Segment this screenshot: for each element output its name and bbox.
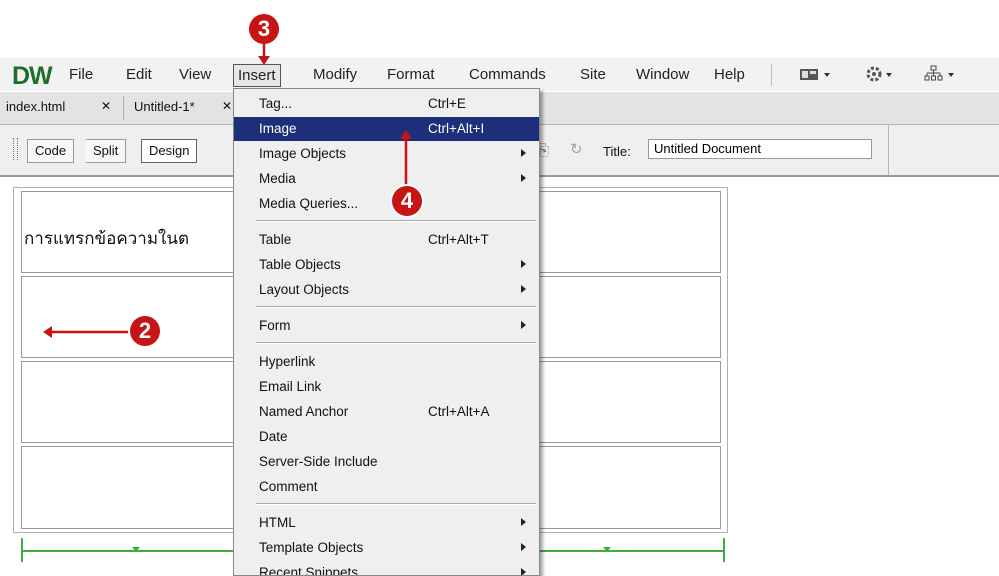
menu-item-layout-objects[interactable]: Layout Objects xyxy=(234,278,539,302)
menu-item-tag[interactable]: Tag... Ctrl+E xyxy=(234,92,539,116)
menu-item-shortcut: Ctrl+Alt+T xyxy=(428,232,489,247)
submenu-arrow-icon xyxy=(521,568,526,575)
menu-item-hyperlink[interactable]: Hyperlink xyxy=(234,350,539,374)
menu-modify[interactable]: Modify xyxy=(313,66,357,83)
menu-item-image-objects[interactable]: Image Objects xyxy=(234,142,539,166)
annotation-arrow-4 xyxy=(400,130,412,191)
menu-item-label: Recent Snippets xyxy=(259,565,359,576)
menu-item-label: Media Queries... xyxy=(259,196,359,211)
menu-item-label: Media xyxy=(259,171,296,186)
tab-untitled-1[interactable]: Untitled-1* xyxy=(134,99,195,114)
menu-item-shortcut: Ctrl+Alt+A xyxy=(428,404,490,419)
menu-item-label: Email Link xyxy=(259,379,322,394)
menu-item-label: Named Anchor xyxy=(259,404,349,419)
submenu-arrow-icon xyxy=(521,149,526,157)
menu-separator xyxy=(771,64,772,86)
cell-text: การแทรกข้อความในต xyxy=(24,229,190,249)
tab-index-html[interactable]: index.html xyxy=(6,99,65,114)
menu-site[interactable]: Site xyxy=(580,66,606,83)
annotation-badge-4: 4 xyxy=(392,186,422,216)
split-view-button[interactable]: Split xyxy=(86,139,127,163)
menu-commands[interactable]: Commands xyxy=(469,66,546,83)
annotation-badge-2: 2 xyxy=(130,316,160,346)
gear-icon[interactable] xyxy=(864,64,904,86)
close-icon[interactable]: ✕ xyxy=(222,99,232,113)
menu-separator xyxy=(256,503,536,505)
menu-item-label: Template Objects xyxy=(259,540,364,555)
toolbar-divider xyxy=(888,125,889,175)
menu-view[interactable]: View xyxy=(179,66,211,83)
menu-item-named-anchor[interactable]: Named Anchor Ctrl+Alt+A xyxy=(234,400,539,424)
annotation-arrow-3 xyxy=(258,44,270,65)
menu-item-label: HTML xyxy=(259,515,296,530)
menu-separator xyxy=(256,220,536,222)
annotation-arrow-2 xyxy=(43,326,130,338)
refresh-icon[interactable]: ↻ xyxy=(570,140,583,158)
menu-format[interactable]: Format xyxy=(387,66,435,83)
menu-item-label: Image xyxy=(259,121,297,136)
menu-item-label: Tag... xyxy=(259,96,293,111)
menu-help[interactable]: Help xyxy=(714,66,745,83)
menu-window[interactable]: Window xyxy=(636,66,689,83)
menu-item-image[interactable]: Image Ctrl+Alt+I xyxy=(234,117,539,141)
code-view-button[interactable]: Code xyxy=(27,139,75,163)
menu-item-label: Table Objects xyxy=(259,257,341,272)
menu-item-label: Date xyxy=(259,429,288,444)
title-label: Title: xyxy=(603,144,631,159)
menu-edit[interactable]: Edit xyxy=(126,66,152,83)
toolbar-grip[interactable] xyxy=(13,138,18,160)
menu-item-media-queries[interactable]: Media Queries... xyxy=(234,192,539,216)
menu-item-recent-snippets[interactable]: Recent Snippets xyxy=(234,561,539,576)
menu-separator xyxy=(256,306,536,308)
submenu-arrow-icon xyxy=(521,285,526,293)
menu-item-label: Image Objects xyxy=(259,146,347,161)
tab-separator xyxy=(123,96,124,120)
submenu-arrow-icon xyxy=(521,260,526,268)
menu-item-label: Layout Objects xyxy=(259,282,350,297)
menu-item-email-link[interactable]: Email Link xyxy=(234,375,539,399)
insert-menu-dropdown: Tag... Ctrl+E Image Ctrl+Alt+I Image Objects… xyxy=(233,88,540,576)
menu-item-template-objects[interactable]: Template Objects xyxy=(234,536,539,560)
annotation-badge-3: 3 xyxy=(249,14,279,44)
site-map-icon[interactable] xyxy=(924,64,964,86)
menu-item-shortcut: Ctrl+Alt+I xyxy=(428,121,485,136)
menu-item-comment[interactable]: Comment xyxy=(234,475,539,499)
close-icon[interactable]: ✕ xyxy=(101,99,111,113)
menu-item-table[interactable]: Table Ctrl+Alt+T xyxy=(234,228,539,252)
dreamweaver-logo: DW xyxy=(12,62,53,90)
menu-item-date[interactable]: Date xyxy=(234,425,539,449)
menu-item-server-side-include[interactable]: Server-Side Include xyxy=(234,450,539,474)
submenu-arrow-icon xyxy=(521,174,526,182)
submenu-arrow-icon xyxy=(521,543,526,551)
menu-item-shortcut: Ctrl+E xyxy=(428,96,466,111)
menu-item-table-objects[interactable]: Table Objects xyxy=(234,253,539,277)
menu-item-html[interactable]: HTML xyxy=(234,511,539,535)
menu-file[interactable]: File xyxy=(69,66,93,83)
menu-insert[interactable]: Insert xyxy=(233,64,281,87)
menu-item-media[interactable]: Media xyxy=(234,167,539,191)
menu-item-form[interactable]: Form xyxy=(234,314,539,338)
submenu-arrow-icon xyxy=(521,518,526,526)
menu-item-label: Hyperlink xyxy=(259,354,316,369)
layout-switcher-icon[interactable] xyxy=(798,64,838,86)
document-title-input[interactable] xyxy=(648,139,872,159)
menu-item-label: Comment xyxy=(259,479,318,494)
menu-separator xyxy=(256,342,536,344)
menu-item-label: Server-Side Include xyxy=(259,454,378,469)
menu-item-label: Table xyxy=(259,232,292,247)
submenu-arrow-icon xyxy=(521,321,526,329)
design-view-button[interactable]: Design xyxy=(141,139,198,163)
menu-item-label: Form xyxy=(259,318,291,333)
